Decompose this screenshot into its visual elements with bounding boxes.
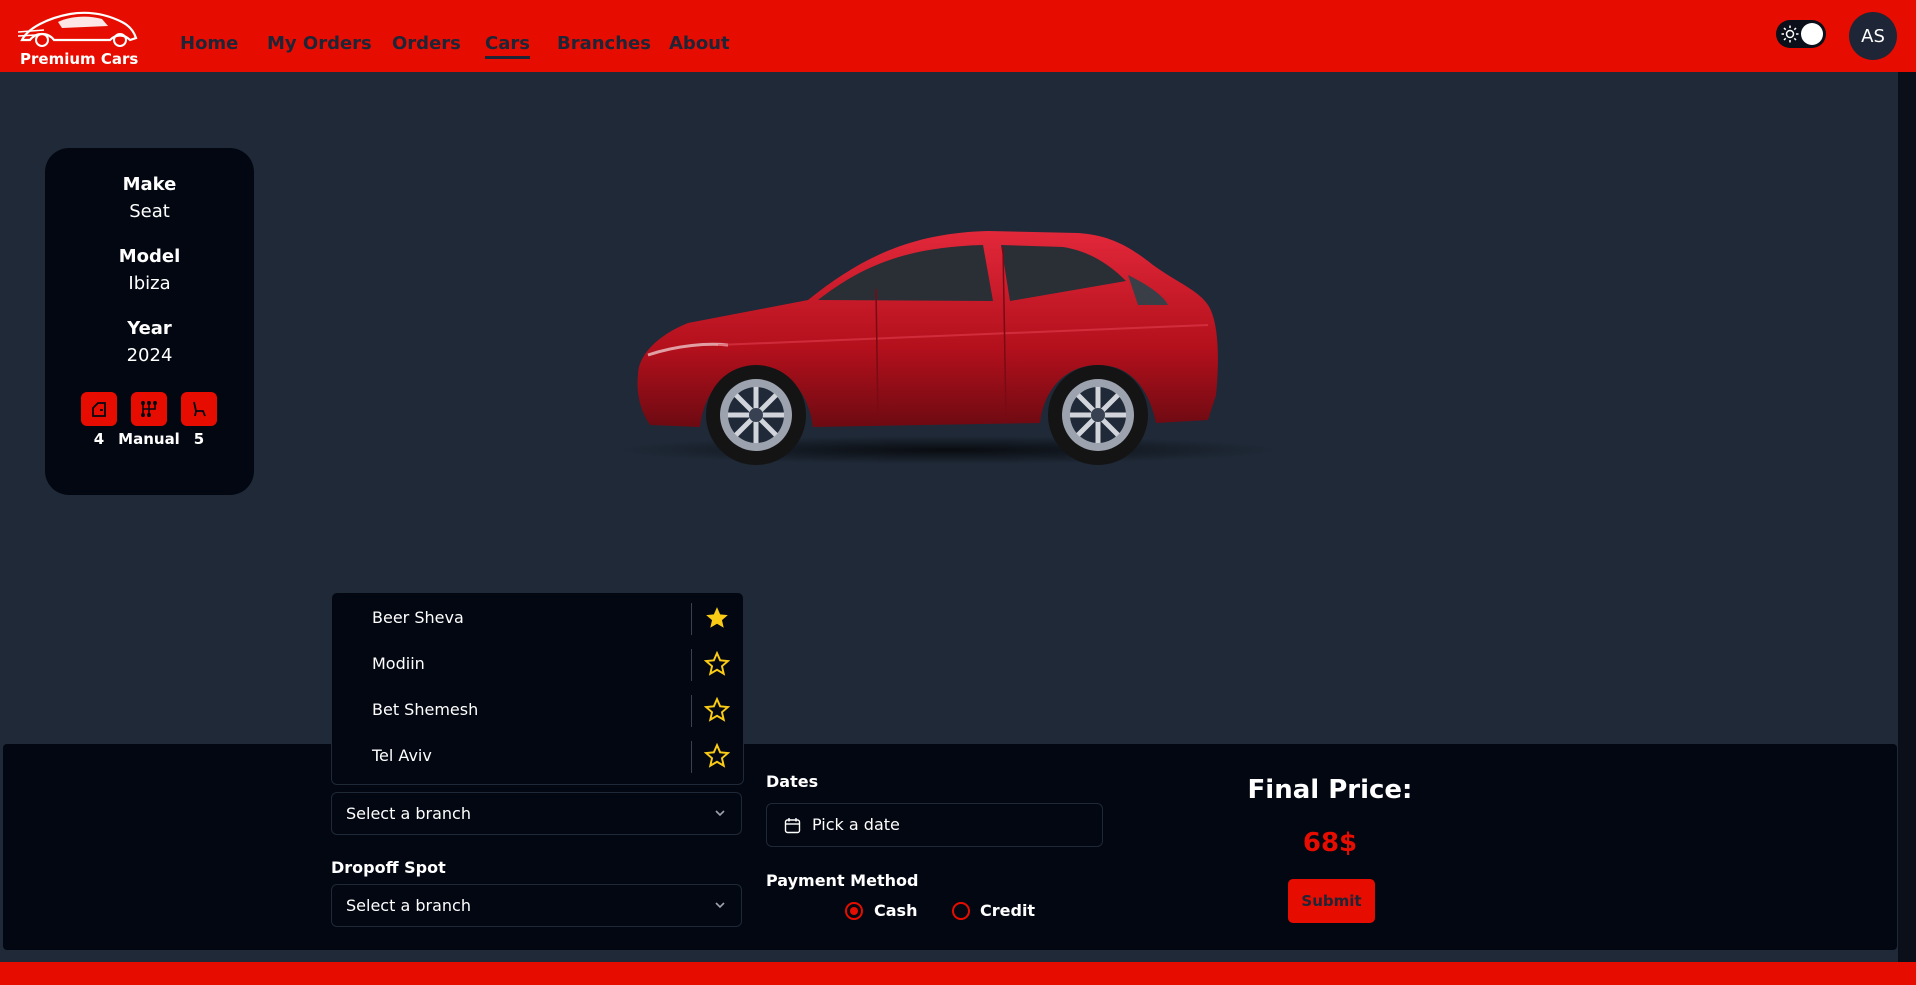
brand-name: Premium Cars xyxy=(20,50,139,68)
gearbox-icon xyxy=(131,392,167,426)
car-seat-icon xyxy=(181,392,217,426)
dropdown-item[interactable]: Modiin xyxy=(332,641,743,687)
payment-method-label: Payment Method xyxy=(766,871,919,890)
payment-credit-radio[interactable] xyxy=(952,902,970,920)
car-door-icon xyxy=(81,392,117,426)
dropoff-branch-select[interactable]: Select a branch xyxy=(331,884,742,927)
divider xyxy=(691,695,692,727)
year-label: Year xyxy=(127,318,172,339)
star-outline-icon[interactable] xyxy=(704,651,730,677)
date-picker-text: Pick a date xyxy=(812,815,900,834)
pickup-select-value: Select a branch xyxy=(346,804,471,823)
dropoff-label: Dropoff Spot xyxy=(331,858,446,877)
divider xyxy=(691,649,692,681)
nav-orders[interactable]: Orders xyxy=(392,33,461,54)
make-label: Make xyxy=(122,174,177,195)
star-outline-icon[interactable] xyxy=(704,697,730,723)
brand-logo[interactable]: Premium Cars xyxy=(8,2,138,70)
nav-branches[interactable]: Branches xyxy=(557,33,651,54)
make-value: Seat xyxy=(129,201,170,222)
sun-icon xyxy=(1781,25,1799,43)
transmission-value: Manual xyxy=(118,430,180,448)
pickup-branch-select[interactable]: Select a branch xyxy=(331,792,742,835)
branch-name: Bet Shemesh xyxy=(372,700,479,719)
dropdown-item[interactable]: Bet Shemesh xyxy=(332,687,743,733)
branch-name: Tel Aviv xyxy=(372,746,432,765)
booking-panel xyxy=(3,744,1897,950)
star-filled-icon[interactable] xyxy=(704,605,730,631)
nav-cars[interactable]: Cars xyxy=(485,33,530,59)
user-avatar[interactable]: AS xyxy=(1849,12,1897,60)
dates-label: Dates xyxy=(766,772,819,791)
car-logo-icon xyxy=(18,11,138,47)
branch-name: Modiin xyxy=(372,654,425,673)
seats-value: 5 xyxy=(193,430,205,448)
top-navbar: Premium Cars Home My Orders Orders Cars … xyxy=(0,0,1916,72)
payment-cash-label[interactable]: Cash xyxy=(874,901,917,920)
dropdown-item[interactable]: Tel Aviv xyxy=(332,733,743,779)
chevron-down-icon xyxy=(715,902,725,909)
final-price-value: 68$ xyxy=(1302,828,1358,858)
theme-toggle[interactable] xyxy=(1776,20,1826,48)
calendar-icon xyxy=(784,818,801,834)
model-label: Model xyxy=(118,246,181,267)
chevron-down-icon xyxy=(715,810,725,817)
doors-value: 4 xyxy=(93,430,105,448)
nav-about[interactable]: About xyxy=(669,33,730,54)
year-value: 2024 xyxy=(126,345,173,366)
nav-my-orders[interactable]: My Orders xyxy=(267,33,372,54)
divider xyxy=(691,741,692,773)
footer xyxy=(0,962,1916,985)
toggle-knob xyxy=(1801,23,1823,45)
dropoff-select-value: Select a branch xyxy=(346,896,471,915)
divider xyxy=(691,603,692,635)
payment-cash-radio[interactable] xyxy=(845,902,863,920)
final-price-label: Final Price: xyxy=(1247,775,1413,805)
dropdown-item[interactable]: Beer Sheva xyxy=(332,595,743,641)
model-value: Ibiza xyxy=(128,273,171,294)
car-image xyxy=(618,231,1278,465)
star-outline-icon[interactable] xyxy=(704,743,730,769)
branch-dropdown-list: Beer Sheva Modiin Bet Shemesh Tel Aviv xyxy=(331,592,744,785)
date-picker-button[interactable]: Pick a date xyxy=(766,803,1103,847)
branch-name: Beer Sheva xyxy=(372,608,464,627)
page-scrollbar[interactable] xyxy=(1898,72,1916,985)
submit-button[interactable]: Submit xyxy=(1288,879,1375,923)
payment-credit-label[interactable]: Credit xyxy=(980,901,1035,920)
nav-home[interactable]: Home xyxy=(180,33,238,54)
